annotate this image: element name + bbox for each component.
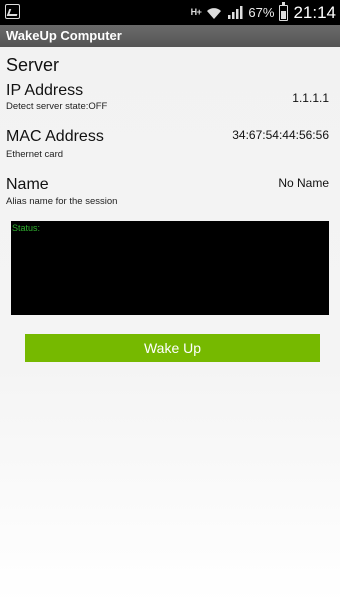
- ip-address-subtitle: Detect server state:OFF: [6, 101, 108, 112]
- action-bar: WakeUp Computer: [0, 25, 340, 47]
- mac-address-subtitle: Ethernet card: [6, 149, 64, 160]
- mac-address-value: 34:67:54:44:56:56: [232, 128, 329, 142]
- ip-address-label: IP Address: [6, 82, 84, 99]
- mac-address-label: MAC Address: [6, 128, 104, 145]
- clock: 21:14: [293, 2, 336, 22]
- name-label: Name: [6, 176, 49, 193]
- wifi-icon: [207, 7, 222, 19]
- battery-icon: [279, 1, 289, 21]
- status-log-label: Status:: [12, 223, 41, 233]
- name-value: No Name: [278, 176, 329, 190]
- status-log-box: Status:: [11, 221, 329, 315]
- name-subtitle: Alias name for the session: [6, 196, 118, 207]
- signal-icon: [228, 6, 243, 19]
- ip-address-value: 1.1.1.1: [292, 91, 329, 105]
- data-hsplus-icon: H+: [190, 7, 202, 17]
- battery-percent: 67%: [248, 5, 275, 20]
- app-title: WakeUp Computer: [6, 28, 122, 43]
- status-icons: H+ 67% 21:14: [191, 0, 336, 25]
- status-bar: H+ 67% 21:14: [0, 0, 340, 25]
- gallery-icon: [5, 4, 20, 19]
- section-title: Server: [6, 55, 60, 75]
- wake-up-button[interactable]: Wake Up: [25, 334, 320, 362]
